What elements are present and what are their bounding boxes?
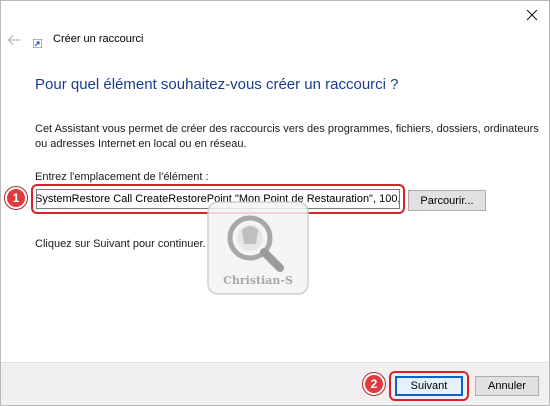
cancel-button[interactable]: Annuler xyxy=(475,376,539,396)
watermark-text: Christian-S xyxy=(223,274,293,287)
close-button[interactable] xyxy=(516,0,548,29)
annotation-badge-1: 1 xyxy=(5,187,27,209)
close-icon xyxy=(526,9,538,20)
browse-button[interactable]: Parcourir... xyxy=(408,190,486,211)
window-title: Créer un raccourci xyxy=(53,33,144,45)
back-arrow-icon xyxy=(7,35,20,45)
wizard-header: Créer un raccourci xyxy=(1,29,549,55)
path-label: Entrez l'emplacement de l'élément : xyxy=(35,171,209,183)
page-description: Cet Assistant vous permet de créer des r… xyxy=(35,123,539,150)
next-button[interactable]: Suivant xyxy=(395,376,463,396)
shortcut-icon xyxy=(33,39,42,48)
continue-instruction: Cliquez sur Suivant pour continuer. xyxy=(35,238,206,250)
back-button[interactable] xyxy=(6,32,22,48)
annotation-badge-2: 2 xyxy=(363,373,385,395)
page-heading: Pour quel élément souhaitez-vous créer u… xyxy=(35,76,399,93)
watermark: Christian-S xyxy=(207,201,309,295)
